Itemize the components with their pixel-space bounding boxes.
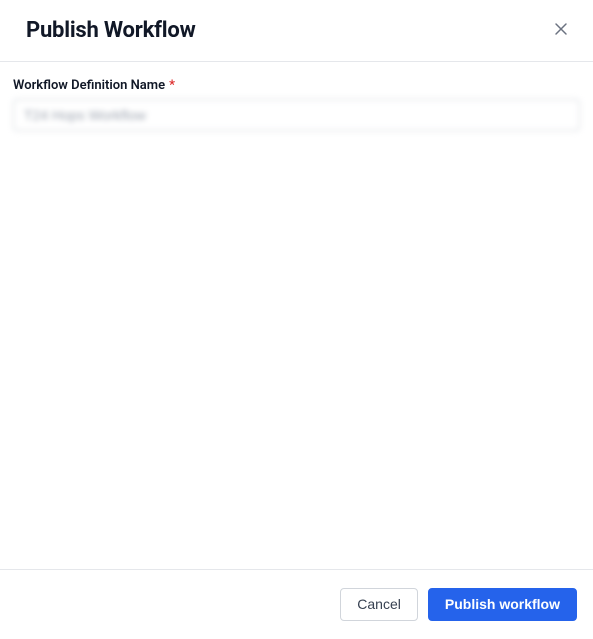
modal-body: Workflow Definition Name * xyxy=(0,62,593,569)
workflow-name-label: Workflow Definition Name xyxy=(13,78,165,93)
modal-header: Publish Workflow xyxy=(0,0,593,62)
close-icon xyxy=(554,22,568,40)
cancel-button[interactable]: Cancel xyxy=(340,588,418,621)
field-label-row: Workflow Definition Name * xyxy=(13,78,580,93)
workflow-name-input[interactable] xyxy=(13,99,580,131)
modal-title: Publish Workflow xyxy=(26,18,196,43)
required-asterisk: * xyxy=(169,78,175,93)
close-button[interactable] xyxy=(549,19,573,43)
publish-button[interactable]: Publish workflow xyxy=(428,588,577,621)
modal-footer: Cancel Publish workflow xyxy=(0,569,593,639)
